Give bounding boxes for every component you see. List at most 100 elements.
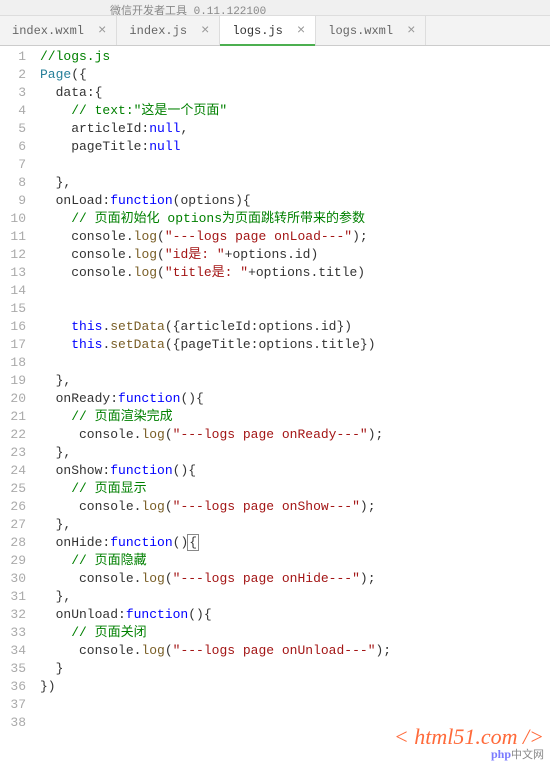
- code-line[interactable]: //logs.js: [40, 48, 550, 66]
- code-line[interactable]: [40, 714, 550, 732]
- token-prop: data: [40, 85, 87, 100]
- code-line[interactable]: }): [40, 678, 550, 696]
- code-line[interactable]: Page({: [40, 66, 550, 84]
- tab-logs-js[interactable]: logs.js×: [220, 16, 316, 45]
- code-line[interactable]: articleId:null,: [40, 120, 550, 138]
- code-line[interactable]: // 页面关闭: [40, 624, 550, 642]
- token-punc: {: [187, 534, 199, 551]
- token-prop: console: [40, 643, 134, 658]
- code-line[interactable]: onReady:function(){: [40, 390, 550, 408]
- token-punc: (){: [180, 391, 203, 406]
- token-punc: ({: [71, 67, 87, 82]
- token-punc: :: [110, 391, 118, 406]
- token-keyword: function: [110, 463, 172, 478]
- code-line[interactable]: console.log("---logs page onHide---");: [40, 570, 550, 588]
- token-punc: },: [40, 373, 71, 388]
- code-line[interactable]: console.log("---logs page onReady---");: [40, 426, 550, 444]
- token-string: "title是: ": [165, 265, 248, 280]
- token-punc: [40, 103, 71, 118]
- token-prop: console: [40, 247, 126, 262]
- code-line[interactable]: this.setData({articleId:options.id}): [40, 318, 550, 336]
- token-punc: [40, 409, 71, 424]
- line-number: 10: [0, 210, 26, 228]
- code-line[interactable]: onLoad:function(options){: [40, 192, 550, 210]
- code-line[interactable]: pageTitle:null: [40, 138, 550, 156]
- code-line[interactable]: [40, 354, 550, 372]
- code-line[interactable]: this.setData({pageTitle:options.title}): [40, 336, 550, 354]
- code-line[interactable]: },: [40, 588, 550, 606]
- close-icon[interactable]: ×: [201, 24, 209, 38]
- code-editor[interactable]: 1234567891011121314151617181920212223242…: [0, 46, 550, 732]
- token-prop: onLoad: [40, 193, 102, 208]
- code-line[interactable]: // 页面隐藏: [40, 552, 550, 570]
- line-number: 2: [0, 66, 26, 84]
- token-punc: );: [352, 229, 368, 244]
- code-line[interactable]: }: [40, 660, 550, 678]
- token-punc: );: [360, 499, 376, 514]
- close-icon[interactable]: ×: [98, 24, 106, 38]
- tab-logs-wxml[interactable]: logs.wxml×: [316, 16, 426, 45]
- tab-index-wxml[interactable]: index.wxml×: [0, 16, 117, 45]
- code-line[interactable]: [40, 300, 550, 318]
- code-line[interactable]: onShow:function(){: [40, 462, 550, 480]
- token-punc: :{: [87, 85, 103, 100]
- token-keyword: function: [110, 535, 172, 550]
- token-punc: .: [126, 265, 134, 280]
- code-line[interactable]: // 页面显示: [40, 480, 550, 498]
- line-number: 9: [0, 192, 26, 210]
- code-line[interactable]: // 页面初始化 options为页面跳转所带来的参数: [40, 210, 550, 228]
- code-line[interactable]: data:{: [40, 84, 550, 102]
- token-punc: (: [165, 643, 173, 658]
- token-punc: +options.id): [225, 247, 319, 262]
- line-number: 21: [0, 408, 26, 426]
- tab-index-js[interactable]: index.js×: [117, 16, 220, 45]
- code-line[interactable]: },: [40, 516, 550, 534]
- token-comment: // text:"这是一个页面": [71, 103, 227, 118]
- code-line[interactable]: [40, 282, 550, 300]
- token-punc: },: [40, 517, 71, 532]
- token-punc: },: [40, 445, 71, 460]
- code-line[interactable]: console.log("title是: "+options.title): [40, 264, 550, 282]
- code-line[interactable]: [40, 696, 550, 714]
- token-punc: .: [126, 229, 134, 244]
- code-line[interactable]: console.log("---logs page onShow---");: [40, 498, 550, 516]
- token-punc: );: [360, 571, 376, 586]
- token-func: log: [141, 571, 164, 586]
- code-line[interactable]: },: [40, 444, 550, 462]
- token-prop: pageTitle: [40, 139, 141, 154]
- close-icon[interactable]: ×: [297, 24, 305, 38]
- code-line[interactable]: },: [40, 174, 550, 192]
- token-punc: (: [157, 247, 165, 262]
- token-prop: articleId: [40, 121, 141, 136]
- token-punc: },: [40, 589, 71, 604]
- code-line[interactable]: onUnload:function(){: [40, 606, 550, 624]
- token-comment: //logs.js: [40, 49, 110, 64]
- close-icon[interactable]: ×: [407, 24, 415, 38]
- token-func: log: [141, 427, 164, 442]
- token-func: log: [134, 229, 157, 244]
- token-punc: ){: [235, 193, 251, 208]
- line-number: 33: [0, 624, 26, 642]
- token-string: "id是: ": [165, 247, 225, 262]
- token-punc: [40, 553, 71, 568]
- token-punc: :: [118, 607, 126, 622]
- token-string: "---logs page onUnload---": [173, 643, 376, 658]
- token-punc: .: [126, 247, 134, 262]
- code-line[interactable]: },: [40, 372, 550, 390]
- code-line[interactable]: // 页面渲染完成: [40, 408, 550, 426]
- code-line[interactable]: console.log("---logs page onLoad---");: [40, 228, 550, 246]
- token-punc: [40, 283, 48, 298]
- code-line[interactable]: onHide:function(){: [40, 534, 550, 552]
- code-line[interactable]: // text:"这是一个页面": [40, 102, 550, 120]
- title-bar: 微信开发者工具 0.11.122100: [0, 0, 550, 16]
- code-line[interactable]: console.log("---logs page onUnload---");: [40, 642, 550, 660]
- token-punc: ({pageTitle:options.title}): [165, 337, 376, 352]
- token-punc: },: [40, 175, 71, 190]
- token-punc: }: [40, 661, 63, 676]
- code-area[interactable]: //logs.jsPage({ data:{ // text:"这是一个页面" …: [40, 46, 550, 732]
- line-number: 36: [0, 678, 26, 696]
- token-func: setData: [110, 319, 165, 334]
- code-line[interactable]: console.log("id是: "+options.id): [40, 246, 550, 264]
- token-string: "---logs page onHide---": [173, 571, 360, 586]
- code-line[interactable]: [40, 156, 550, 174]
